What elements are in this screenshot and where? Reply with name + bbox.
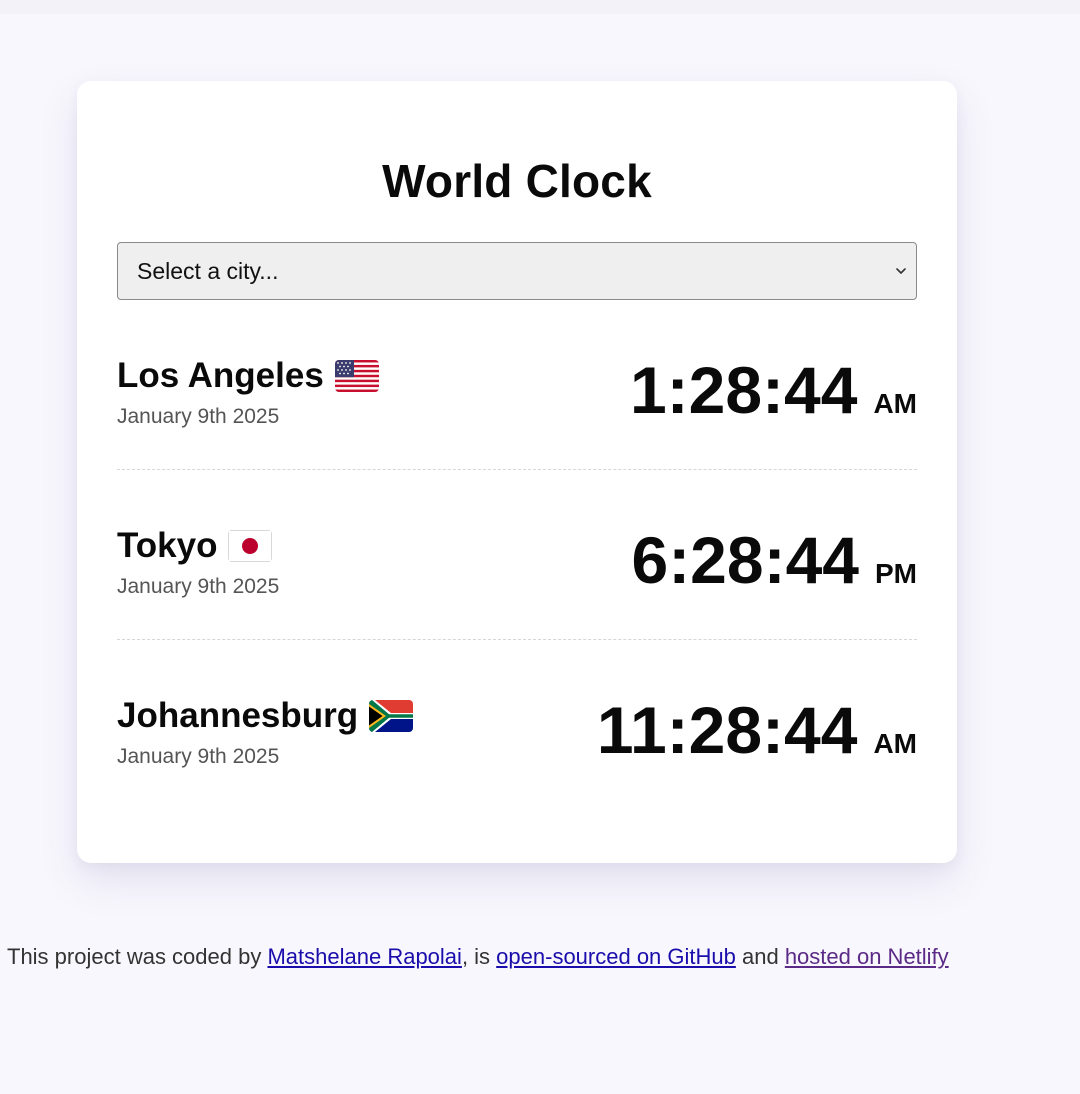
city-name: Tokyo (117, 526, 279, 566)
city-time: 6:28:44 PM (632, 525, 918, 595)
city-select[interactable]: Select a city... (117, 242, 917, 300)
south-africa-flag-icon (369, 700, 414, 732)
netlify-link[interactable]: hosted on Netlify (785, 944, 949, 969)
city-row-tokyo: Tokyo January 9th 2025 6:28:44 PM (117, 470, 917, 640)
city-row-los-angeles: Los Angeles January 9th 2025 1:28:44 AM (117, 300, 917, 470)
city-info: Tokyo January 9th 2025 (117, 526, 279, 600)
city-date: January 9th 2025 (117, 405, 280, 428)
time-digits: 11:28:44 (596, 693, 858, 767)
city-date: January 9th 2025 (117, 745, 280, 768)
page-title: World Clock (382, 155, 652, 207)
city-name-label: Tokyo (117, 526, 218, 565)
world-clock-card: World Clock Select a city... Los Angeles (77, 81, 957, 863)
footer-middle: , is (461, 944, 497, 969)
time-digits: 1:28:44 (629, 353, 858, 427)
us-flag-icon (334, 360, 379, 392)
github-link[interactable]: open-sourced on GitHub (496, 944, 736, 969)
time-digits: 6:28:44 (631, 523, 860, 597)
time-ampm: AM (873, 728, 917, 759)
city-time: 11:28:44 AM (597, 695, 917, 765)
city-name-label: Los Angeles (117, 356, 324, 395)
city-date: January 9th 2025 (117, 575, 280, 598)
footer-and: and (735, 944, 785, 969)
city-name: Los Angeles (117, 356, 379, 396)
city-info: Los Angeles January 9th 2025 (117, 356, 379, 430)
city-time: 1:28:44 AM (630, 355, 917, 425)
city-name-label: Johannesburg (117, 696, 359, 735)
city-row-johannesburg: Johannesburg January 9th 2025 11:28:44 A… (117, 640, 917, 810)
city-name: Johannesburg (117, 696, 414, 736)
footer-prefix: This project was coded by (7, 944, 268, 969)
time-ampm: PM (875, 558, 917, 589)
top-strip (0, 0, 1080, 14)
city-select-wrapper[interactable]: Select a city... (117, 242, 917, 300)
footer: This project was coded by Matshelane Rap… (7, 940, 949, 974)
author-link[interactable]: Matshelane Rapolai (267, 944, 461, 969)
city-info: Johannesburg January 9th 2025 (117, 696, 414, 770)
japan-flag-icon (228, 530, 273, 562)
time-ampm: AM (873, 388, 917, 419)
